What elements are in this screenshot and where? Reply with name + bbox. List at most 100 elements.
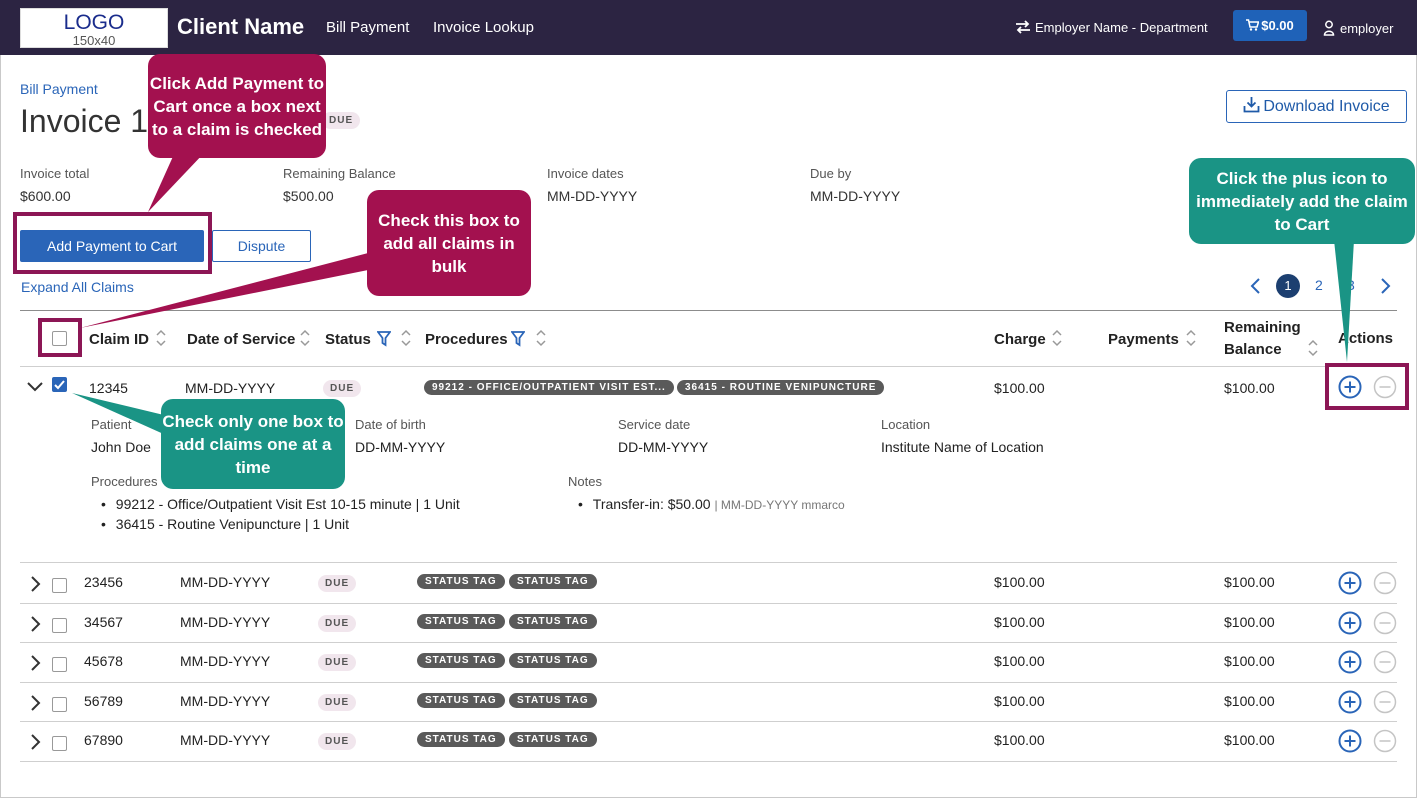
highlight-add-payment [13,212,212,274]
status-badge: DUE [323,380,362,397]
procedures-label: Procedures [91,474,158,489]
filter-icon[interactable] [511,331,525,347]
claim-checkbox[interactable] [52,696,67,712]
chevron-right-icon[interactable] [28,734,44,751]
column-header-claim-id[interactable]: Claim ID [89,331,149,348]
add-to-cart-plus-icon[interactable] [1338,650,1362,674]
previous-page-icon[interactable] [1250,278,1262,294]
notes-label: Notes [568,474,602,489]
column-header-remaining-line2[interactable]: Balance [1224,341,1282,358]
sort-icon[interactable] [155,328,167,348]
claim-checkbox-checked[interactable] [52,377,67,392]
next-page-icon[interactable] [1379,278,1391,294]
chevron-right-icon[interactable] [28,576,44,592]
summary-label-remaining-balance: Remaining Balance [283,166,396,181]
add-to-cart-plus-icon[interactable] [1338,571,1362,595]
column-header-procedures[interactable]: Procedures [425,331,508,348]
patient-value: John Doe [91,439,151,455]
chevron-right-icon[interactable] [28,615,44,632]
user-menu[interactable]: employer [1323,20,1393,36]
page-button-2[interactable]: 2 [1315,277,1323,293]
date-of-service: MM-DD-YYYY [180,732,271,749]
page-button-1[interactable]: 1 [1276,274,1300,298]
dob-label: Date of birth [355,417,426,432]
column-header-status[interactable]: Status [325,331,371,348]
claim-checkbox[interactable] [52,617,67,633]
date-of-service: MM-DD-YYYY [180,692,271,709]
sort-icon[interactable] [1307,338,1319,358]
expand-all-claims-link[interactable]: Expand All Claims [21,279,134,295]
column-header-actions: Actions [1338,330,1394,347]
summary-label-invoice-dates: Invoice dates [547,166,624,181]
cart-button[interactable]: $0.00 [1233,10,1307,41]
remove-minus-icon[interactable] [1373,571,1397,595]
status-tag: STATUS TAG [509,732,597,748]
column-header-date-of-service[interactable]: Date of Service [187,331,295,348]
logo[interactable]: LOGO 150x40 [20,8,168,48]
add-to-cart-plus-icon[interactable] [1338,690,1362,714]
column-header-payments[interactable]: Payments [1108,331,1179,348]
callout-single: Check only one box to add claims one at … [161,399,345,489]
employer-switcher[interactable]: Employer Name - Department [1015,20,1208,35]
filter-icon[interactable] [377,331,391,347]
dispute-button[interactable]: Dispute [212,230,311,262]
logo-text: LOGO [63,11,125,34]
header-divider [20,366,1397,367]
status-tag: STATUS TAG [509,692,597,708]
sort-icon[interactable] [400,328,412,348]
status-tag: STATUS TAG [417,692,505,708]
sort-icon[interactable] [1051,328,1063,348]
download-icon [1243,97,1260,113]
user-name: employer [1340,21,1394,36]
column-header-remaining-line1[interactable]: Remaining [1224,319,1301,336]
procedure-item-text: 36415 - Routine Venipuncture | 1 Unit [115,516,350,532]
remaining-balance-value: $100.00 [1224,613,1275,630]
claim-id: 56789 [84,692,123,709]
claim-id: 23456 [84,574,123,590]
remove-minus-icon[interactable] [1373,690,1397,714]
chevron-right-icon[interactable] [28,695,44,711]
claim-checkbox[interactable] [52,657,67,673]
chevron-down-icon[interactable] [27,379,43,395]
remaining-balance-value: $100.00 [1224,653,1275,670]
cart-total: $0.00 [1261,18,1294,33]
summary-label-due-by: Due by [810,166,852,181]
summary-value-due-by: MM-DD-YYYY [810,188,901,204]
claim-checkbox[interactable] [52,736,67,752]
row-divider [20,682,1397,683]
remaining-balance-value: $100.00 [1224,692,1275,709]
procedure-item: • 36415 - Routine Venipuncture | 1 Unit [101,516,350,532]
sort-icon[interactable] [535,328,547,348]
breadcrumb[interactable]: Bill Payment [20,81,98,97]
remove-minus-icon[interactable] [1373,650,1397,674]
page-button-3[interactable]: 3 [1347,277,1355,293]
date-of-service: MM-DD-YYYY [185,380,276,396]
charge-value: $100.00 [994,613,1045,630]
add-to-cart-plus-icon[interactable] [1338,611,1362,635]
logo-size: 150x40 [72,33,116,48]
remove-minus-icon[interactable] [1373,611,1397,635]
row-divider [20,721,1397,722]
status-tag: STATUS TAG [509,574,597,589]
add-to-cart-plus-icon[interactable] [1338,729,1362,753]
nav-link-invoice-lookup[interactable]: Invoice Lookup [433,19,534,36]
note-meta: | MM-DD-YYYY mmarco [714,498,845,512]
note-item: • Transfer-in: $50.00 | MM-DD-YYYY mmarc… [578,496,845,512]
charge-value: $100.00 [994,380,1045,396]
location-label: Location [881,417,931,432]
status-tag: STATUS TAG [417,613,505,629]
chevron-right-icon[interactable] [28,655,44,671]
procedure-item-text: 99212 - Office/Outpatient Visit Est 10-1… [115,496,460,512]
claim-checkbox[interactable] [52,578,67,593]
service-date-value: DD-MM-YYYY [618,439,709,455]
column-header-charge[interactable]: Charge [994,331,1046,348]
charge-value: $100.00 [994,653,1045,670]
summary-value-invoice-total: $600.00 [20,188,71,204]
sort-icon[interactable] [1185,328,1197,348]
sort-icon[interactable] [299,328,311,348]
nav-link-bill-payment[interactable]: Bill Payment [326,19,409,36]
remove-minus-icon[interactable] [1373,729,1397,753]
claim-id: 34567 [84,613,123,630]
status-badge: DUE [318,614,357,632]
download-invoice-button[interactable]: Download Invoice [1226,90,1407,123]
